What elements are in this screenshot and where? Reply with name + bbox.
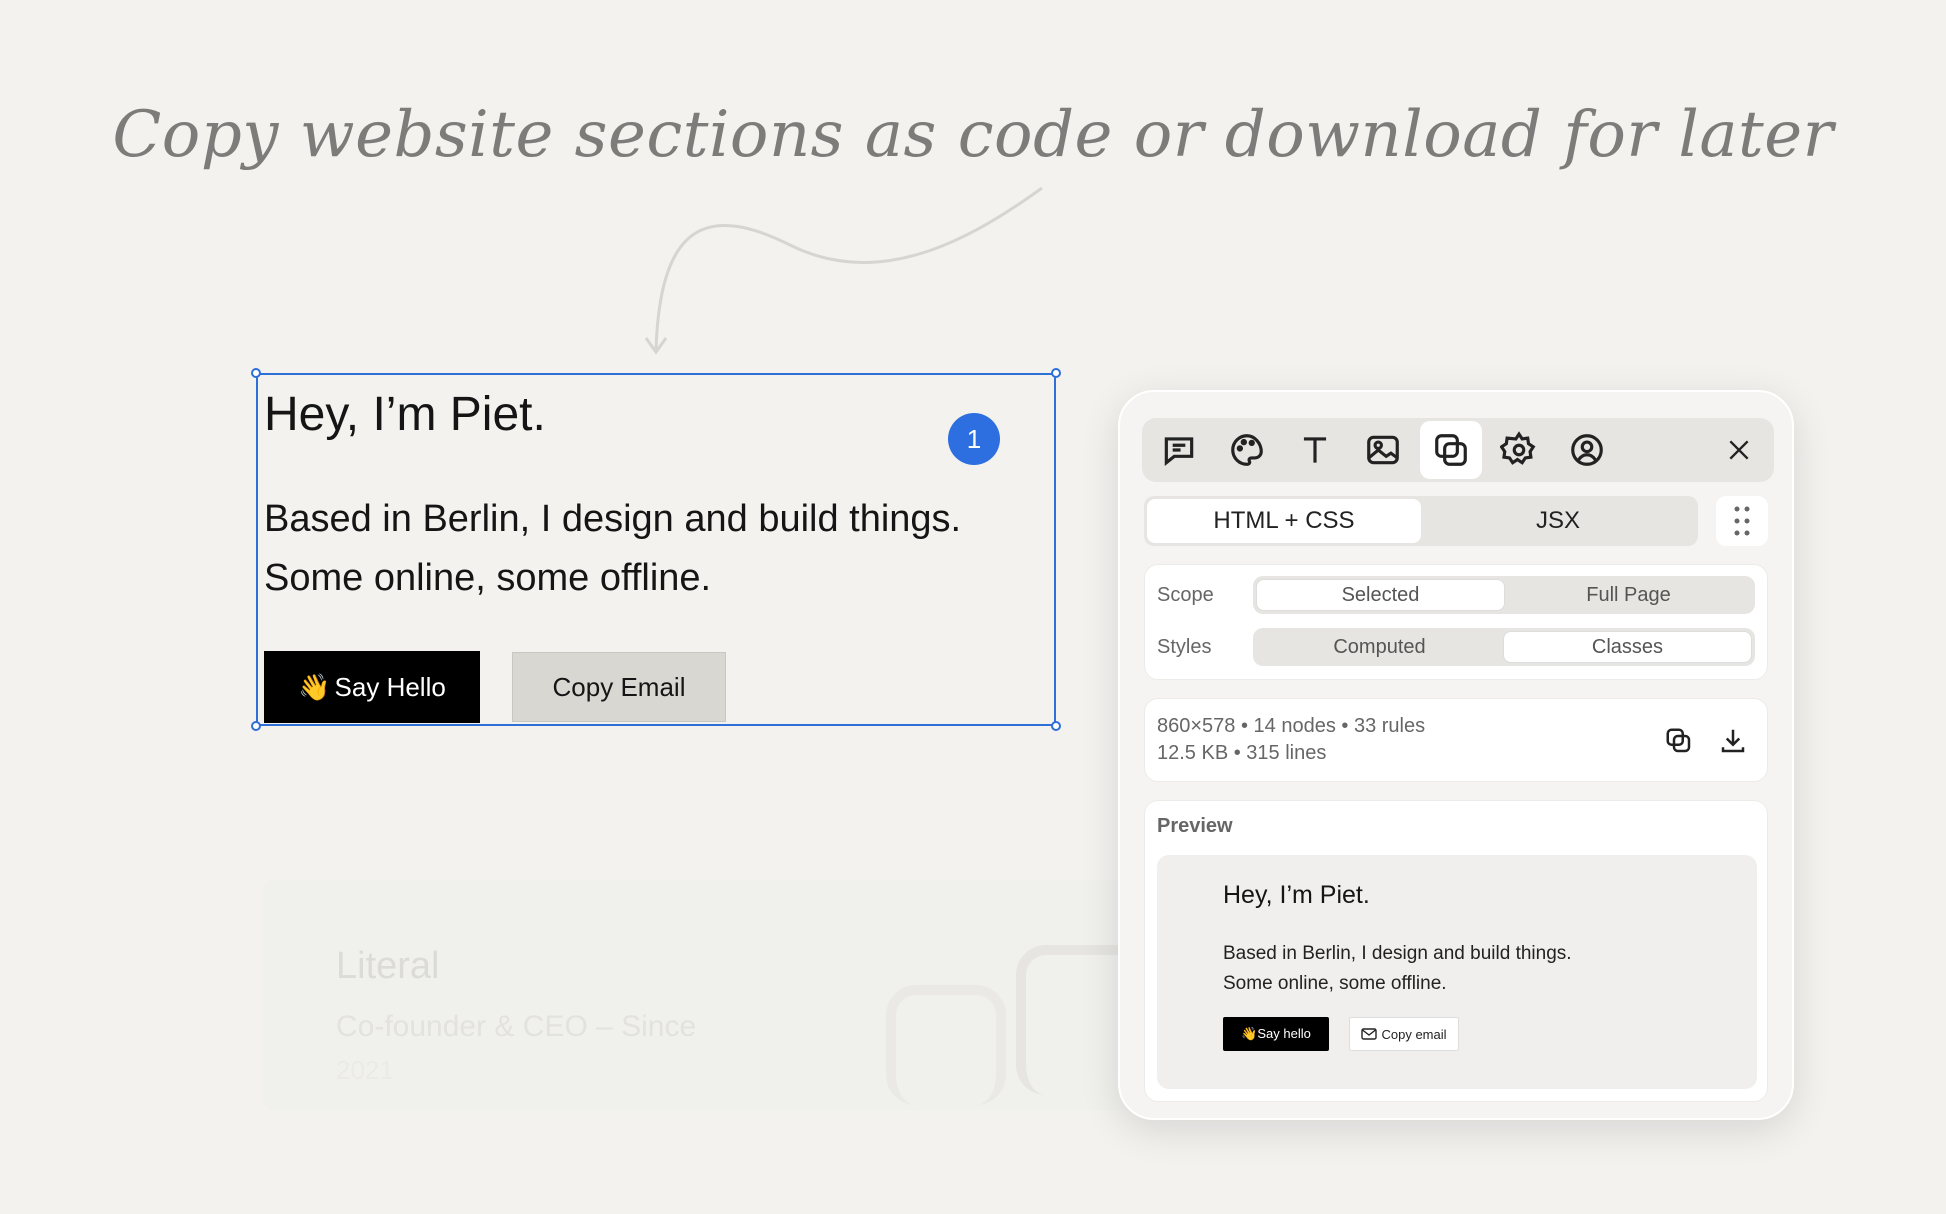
panel-toolbar xyxy=(1142,418,1774,482)
user-icon[interactable] xyxy=(1556,421,1618,479)
section-bio: Based in Berlin, I design and build thin… xyxy=(264,490,1054,608)
scope-label: Scope xyxy=(1157,583,1214,606)
gear-icon[interactable] xyxy=(1488,421,1550,479)
export-panel: HTML + CSS JSX Scope Selected Full Page … xyxy=(1118,390,1794,1120)
meta-line-1: 860×578 • 14 nodes • 33 rules xyxy=(1157,715,1426,737)
bio-line-2: Some online, some offline. xyxy=(264,557,712,599)
scope-toggle: Selected Full Page xyxy=(1253,576,1755,614)
wave-emoji-icon: 👋 xyxy=(298,671,331,702)
text-icon[interactable] xyxy=(1284,421,1346,479)
styles-computed-option[interactable]: Computed xyxy=(1256,631,1503,663)
resize-handle-tl[interactable] xyxy=(251,368,261,378)
preview-box: Preview Hey, I’m Piet. Based in Berlin, … xyxy=(1144,800,1768,1102)
drag-grip-icon[interactable] xyxy=(1716,496,1768,546)
scope-selected-option[interactable]: Selected xyxy=(1256,579,1505,611)
say-hello-button[interactable]: 👋 Say Hello xyxy=(264,651,480,723)
preview-line-1: Based in Berlin, I design and build thin… xyxy=(1223,943,1572,964)
format-tabs: HTML + CSS JSX xyxy=(1144,496,1698,546)
resize-handle-bl[interactable] xyxy=(251,721,261,731)
styles-classes-option[interactable]: Classes xyxy=(1503,631,1752,663)
preview-label: Preview xyxy=(1157,815,1233,837)
bio-line-1: Based in Berlin, I design and build thin… xyxy=(264,498,962,540)
preview-canvas: Hey, I’m Piet. Based in Berlin, I design… xyxy=(1157,855,1757,1089)
styles-toggle: Computed Classes xyxy=(1253,628,1755,666)
styles-row: Styles Computed Classes xyxy=(1157,627,1755,667)
copy-icon[interactable] xyxy=(1420,421,1482,479)
resize-handle-tr[interactable] xyxy=(1051,368,1061,378)
download-icon[interactable] xyxy=(1713,721,1753,761)
preview-say-hello-button: 👋Say hello xyxy=(1223,1017,1329,1051)
tab-html-css[interactable]: HTML + CSS xyxy=(1147,499,1421,543)
tab-jsx[interactable]: JSX xyxy=(1421,499,1695,543)
image-icon[interactable] xyxy=(1352,421,1414,479)
say-hello-label: Say Hello xyxy=(334,671,446,702)
curved-arrow-icon xyxy=(644,186,1043,355)
section-heading: Hey, I’m Piet. xyxy=(264,388,546,441)
export-info-box: 860×578 • 14 nodes • 33 rules 12.5 KB • … xyxy=(1144,698,1768,782)
copy-code-icon[interactable] xyxy=(1659,721,1699,761)
preview-heading: Hey, I’m Piet. xyxy=(1223,881,1370,909)
close-icon[interactable] xyxy=(1720,431,1758,469)
background-card-subtitle: Co-founder & CEO – Since xyxy=(336,1010,697,1043)
options-box: Scope Selected Full Page Styles Computed… xyxy=(1144,564,1768,680)
headline: Copy website sections as code or downloa… xyxy=(112,98,1834,172)
styles-label: Styles xyxy=(1157,635,1212,658)
copy-email-button[interactable]: Copy Email xyxy=(512,652,726,722)
phone-mockup-back xyxy=(886,985,1006,1105)
preview-copy-email-label: Copy email xyxy=(1381,1026,1447,1042)
preview-bio: Based in Berlin, I design and build thin… xyxy=(1223,939,1572,999)
resize-handle-br[interactable] xyxy=(1051,721,1061,731)
scope-full-page-option[interactable]: Full Page xyxy=(1505,579,1752,611)
background-card-title: Literal xyxy=(336,945,440,987)
scope-row: Scope Selected Full Page xyxy=(1157,575,1755,615)
background-card-subtitle-2: 2021 xyxy=(336,1055,394,1085)
mail-icon xyxy=(1361,1028,1378,1040)
selection-count-badge: 1 xyxy=(948,413,1000,465)
meta-line-2: 12.5 KB • 315 lines xyxy=(1157,742,1327,764)
preview-copy-email-button: Copy email xyxy=(1349,1017,1459,1051)
selected-section[interactable]: Hey, I’m Piet. 1 Based in Berlin, I desi… xyxy=(251,368,1061,731)
preview-line-2: Some online, some offline. xyxy=(1223,973,1447,994)
palette-icon[interactable] xyxy=(1216,421,1278,479)
comment-icon[interactable] xyxy=(1148,421,1210,479)
export-meta: 860×578 • 14 nodes • 33 rules 12.5 KB • … xyxy=(1157,713,1425,767)
